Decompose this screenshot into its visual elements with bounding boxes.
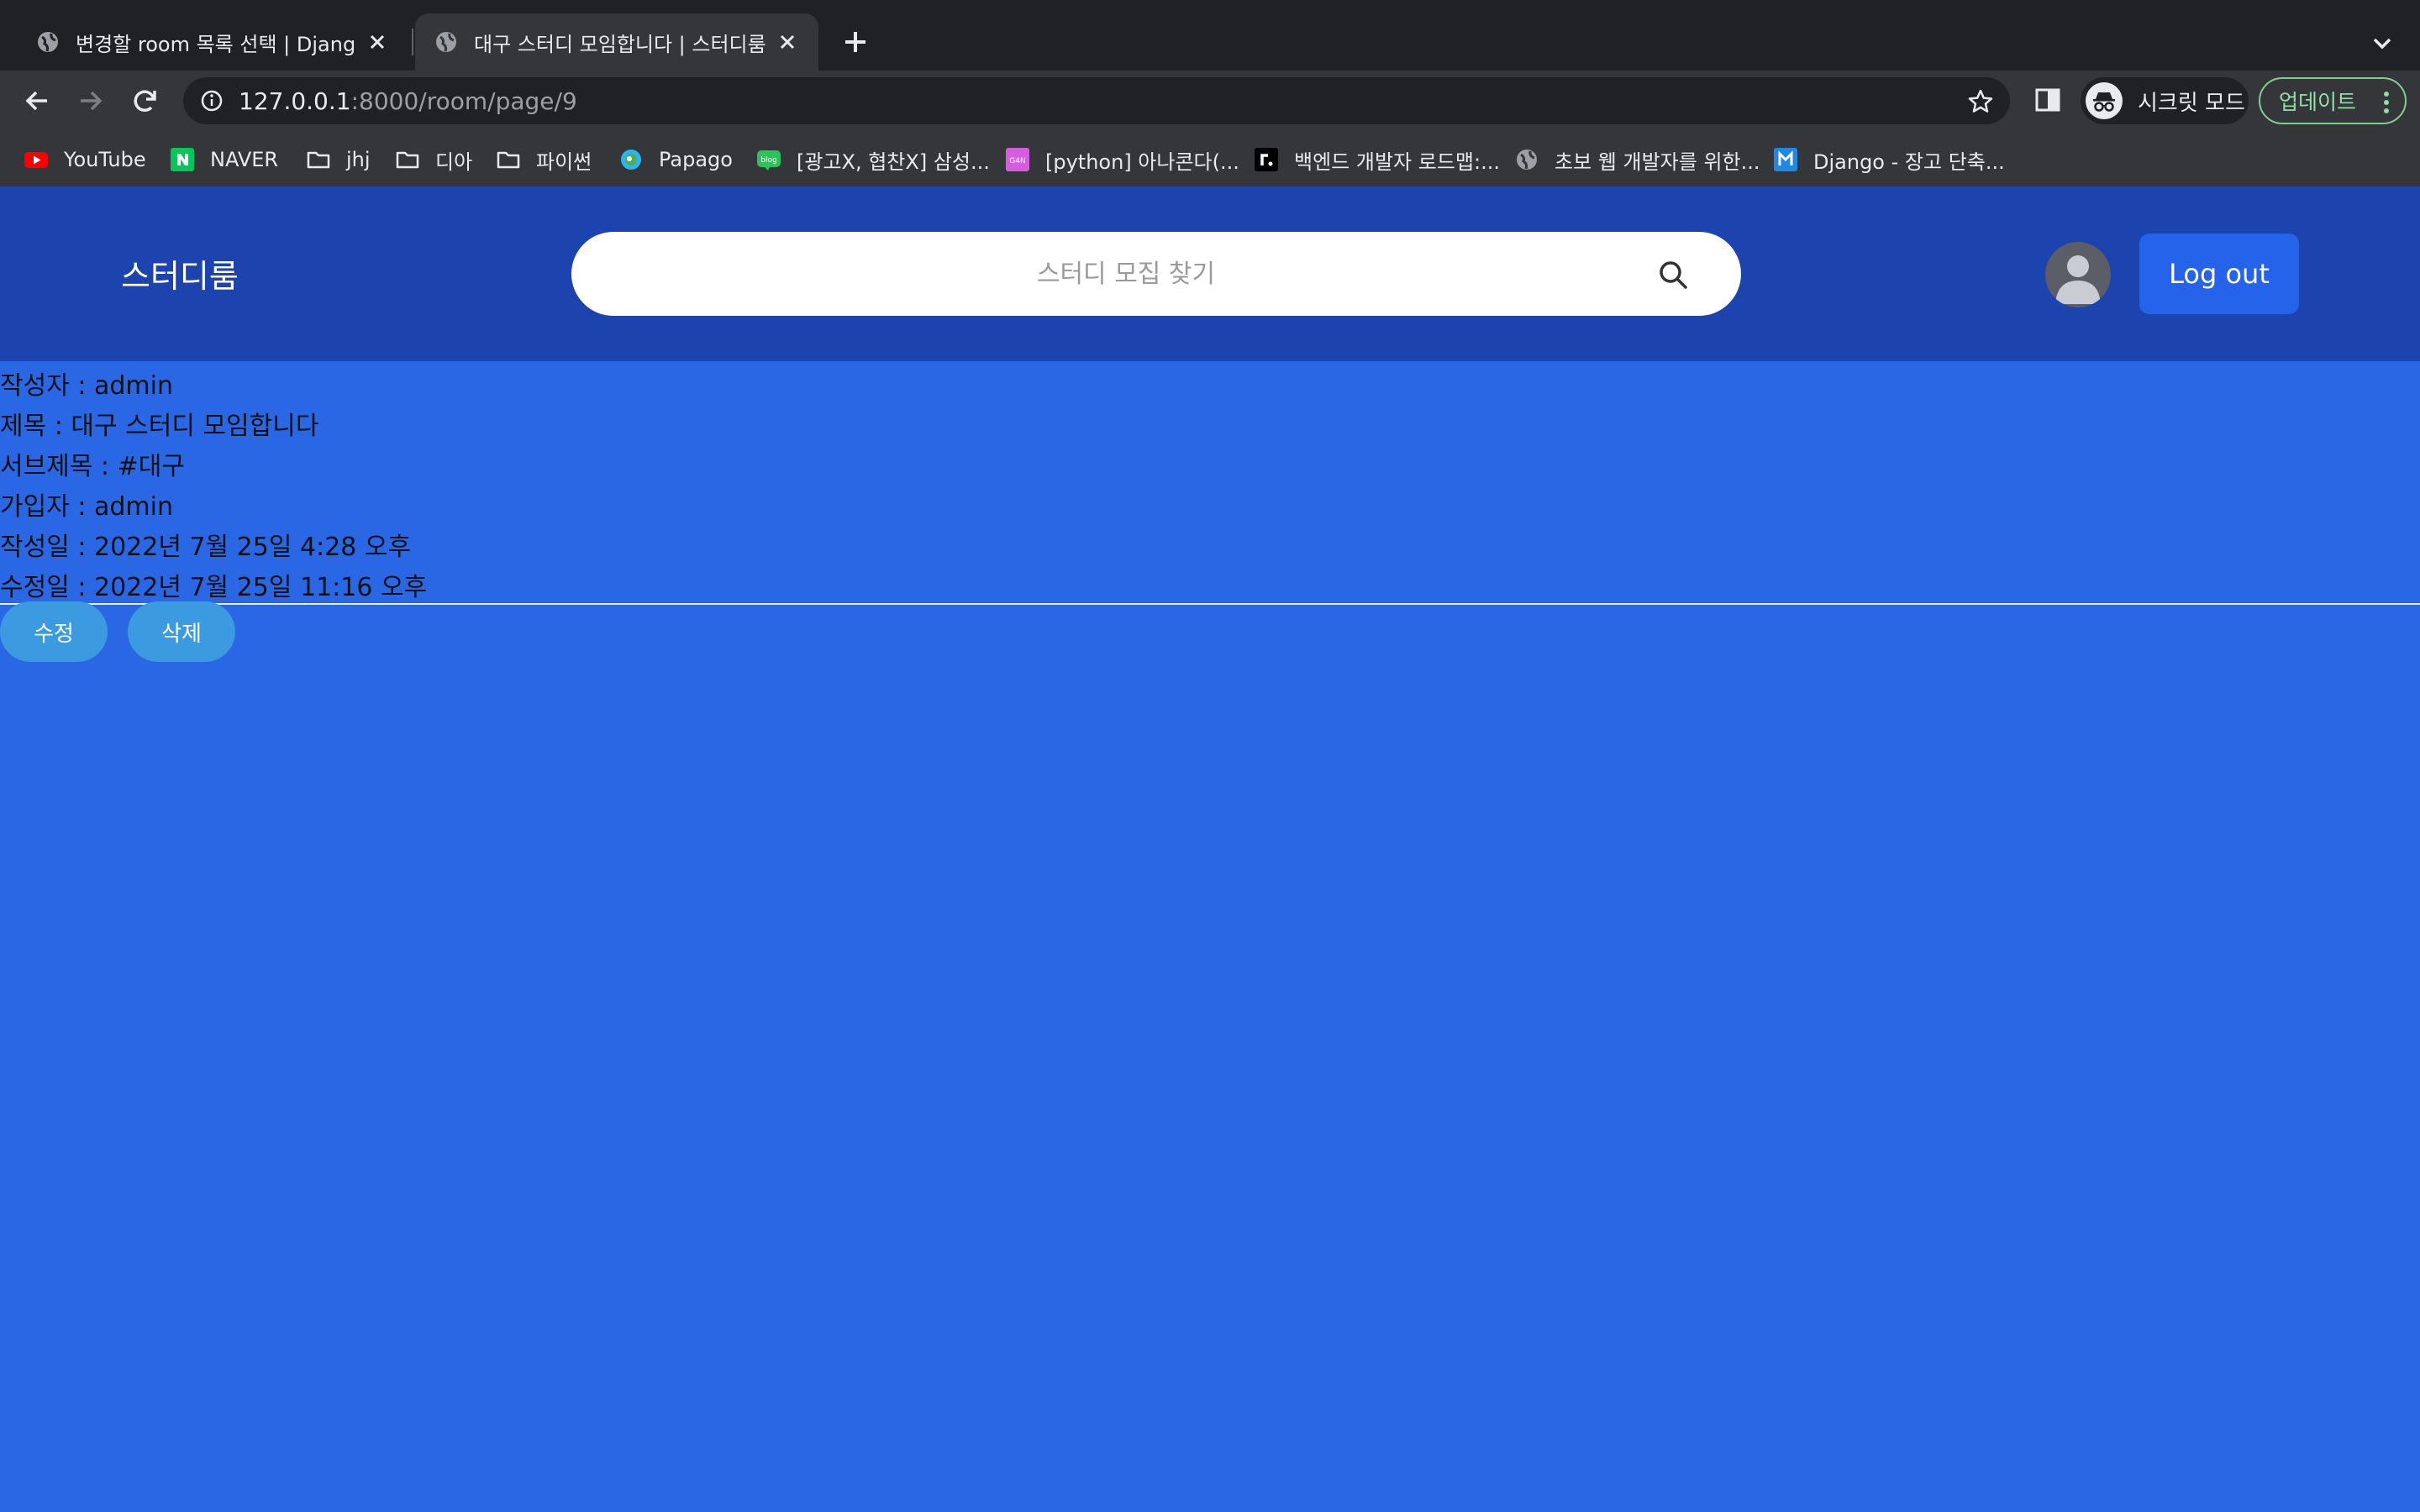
tab-title: 변경할 room 목록 선택 | Django 사이트 관리 <box>76 32 356 56</box>
reload-icon[interactable] <box>126 82 163 119</box>
bookmark-samsung-blog[interactable]: blog [광고X, 협찬X] 삼성... <box>756 144 990 175</box>
bookmark-backend-roadmap[interactable]: 백엔드 개발자 로드맵:... <box>1254 144 1500 175</box>
room-created-date: 작성일 : 2022년 7월 25일 4:28 오후 <box>0 533 412 562</box>
url-text: 127.0.0.1:8000/room/page/9 <box>239 87 577 115</box>
bookmark-naver[interactable]: NAVER <box>170 144 278 175</box>
edit-button[interactable]: 수정 <box>0 601 108 662</box>
globe-icon <box>1517 150 1537 170</box>
incognito-indicator[interactable]: 시크릿 모드 <box>2081 77 2249 124</box>
search-icon[interactable] <box>1655 257 1691 292</box>
side-panel-icon[interactable] <box>2032 84 2064 116</box>
bookmark-label: [광고X, 협찬X] 삼성... <box>797 150 990 174</box>
address-bar[interactable]: 127.0.0.1:8000/room/page/9 <box>183 77 2010 124</box>
update-button[interactable]: 업데이트 <box>2259 77 2407 124</box>
star-icon[interactable] <box>1966 87 1995 116</box>
browser-chrome: 변경할 room 목록 선택 | Django 사이트 관리 대구 스터디 모임… <box>0 0 2420 186</box>
bookmark-label: [python] 아나콘다(... <box>1045 150 1239 174</box>
room-subtitle: 서브제목 : #대구 <box>0 452 185 481</box>
back-arrow-icon[interactable] <box>18 82 55 119</box>
avatar[interactable] <box>2045 242 2111 307</box>
divider <box>0 603 2420 605</box>
new-tab-icon[interactable] <box>839 25 872 59</box>
bookmark-label: Papago <box>659 148 733 171</box>
bookmark-label: 초보 웹 개발자를 위한... <box>1555 150 1760 174</box>
chevron-down-icon[interactable] <box>2368 29 2396 57</box>
tab-django-admin[interactable]: 변경할 room 목록 선택 | Django 사이트 관리 <box>17 13 408 71</box>
room-detail: 작성자 : admin 제목 : 대구 스터디 모임합니다 서브제목 : #대구… <box>0 366 427 608</box>
search-bar <box>571 232 1741 316</box>
site-icon <box>1255 148 1278 171</box>
svg-text:blog: blog <box>760 156 776 165</box>
site-header: 스터디룸 Log out <box>0 186 2420 361</box>
incognito-label: 시크릿 모드 <box>2138 90 2245 116</box>
site-icon <box>1774 148 1797 171</box>
bookmark-folder-python[interactable]: 파이썬 <box>496 144 592 175</box>
bookmark-label: NAVER <box>210 148 279 171</box>
bookmark-papago[interactable]: Papago <box>618 144 733 175</box>
bookmark-label: Django - 장고 단축... <box>1813 150 2005 174</box>
site-logo[interactable]: 스터디룸 <box>121 250 239 297</box>
bookmark-anaconda[interactable]: G4N [python] 아나콘다(... <box>1005 144 1239 175</box>
incognito-icon <box>2086 82 2123 119</box>
page-content: 스터디룸 Log out 작성자 : admin 제목 : 대구 스터디 모임합… <box>0 186 2420 1512</box>
bookmark-label: 백엔드 개발자 로드맵:... <box>1294 150 1500 174</box>
folder-icon <box>396 151 419 169</box>
svg-text:G4N: G4N <box>1009 157 1025 165</box>
url-path: :8000/room/page/9 <box>350 87 577 115</box>
tab-study-room[interactable]: 대구 스터디 모임합니다 | 스터디룸 <box>415 13 818 71</box>
globe-icon <box>38 32 58 52</box>
papago-icon <box>621 150 641 170</box>
user-icon <box>2055 255 2101 304</box>
bookmark-django-shortcut[interactable]: Django - 장고 단축... <box>1773 144 2005 175</box>
bookmark-folder-dia[interactable]: 디아 <box>395 144 472 175</box>
bookmark-label: 파이썬 <box>536 150 592 174</box>
url-host: 127.0.0.1 <box>239 87 351 115</box>
bookmark-beginner-web[interactable]: 초보 웹 개발자를 위한... <box>1514 144 1760 175</box>
blog-icon: G4N <box>1006 148 1029 171</box>
tab-strip: 변경할 room 목록 선택 | Django 사이트 관리 대구 스터디 모임… <box>0 0 2420 71</box>
folder-icon <box>497 151 520 169</box>
close-icon[interactable] <box>365 29 390 55</box>
forward-arrow-icon[interactable] <box>72 82 109 119</box>
tab-separator <box>412 29 413 55</box>
bookmark-youtube[interactable]: YouTube <box>24 144 146 175</box>
update-label: 업데이트 <box>2279 90 2357 114</box>
globe-icon <box>436 32 456 52</box>
blog-icon: blog <box>757 150 781 171</box>
delete-button[interactable]: 삭제 <box>128 601 235 662</box>
naver-icon <box>171 148 194 171</box>
bookmarks-bar: YouTube NAVER jhj 디아 파이썬 Papago blog [광고… <box>0 138 2420 178</box>
room-author: 작성자 : admin <box>0 371 173 401</box>
room-title: 제목 : 대구 스터디 모임합니다 <box>0 412 319 441</box>
close-icon[interactable] <box>775 29 800 55</box>
info-icon[interactable] <box>198 87 225 114</box>
logout-button[interactable]: Log out <box>2139 234 2299 314</box>
folder-icon <box>307 151 330 169</box>
search-input[interactable] <box>605 232 1647 316</box>
tab-title: 대구 스터디 모임합니다 | 스터디룸 <box>474 32 766 56</box>
more-vert-icon[interactable] <box>2383 91 2390 114</box>
room-members: 가입자 : admin <box>0 492 173 522</box>
bookmark-label: jhj <box>346 148 371 171</box>
bookmark-folder-jhj[interactable]: jhj <box>306 144 371 175</box>
youtube-icon <box>24 152 48 168</box>
bookmark-label: YouTube <box>64 148 146 171</box>
bookmark-label: 디아 <box>435 150 473 174</box>
